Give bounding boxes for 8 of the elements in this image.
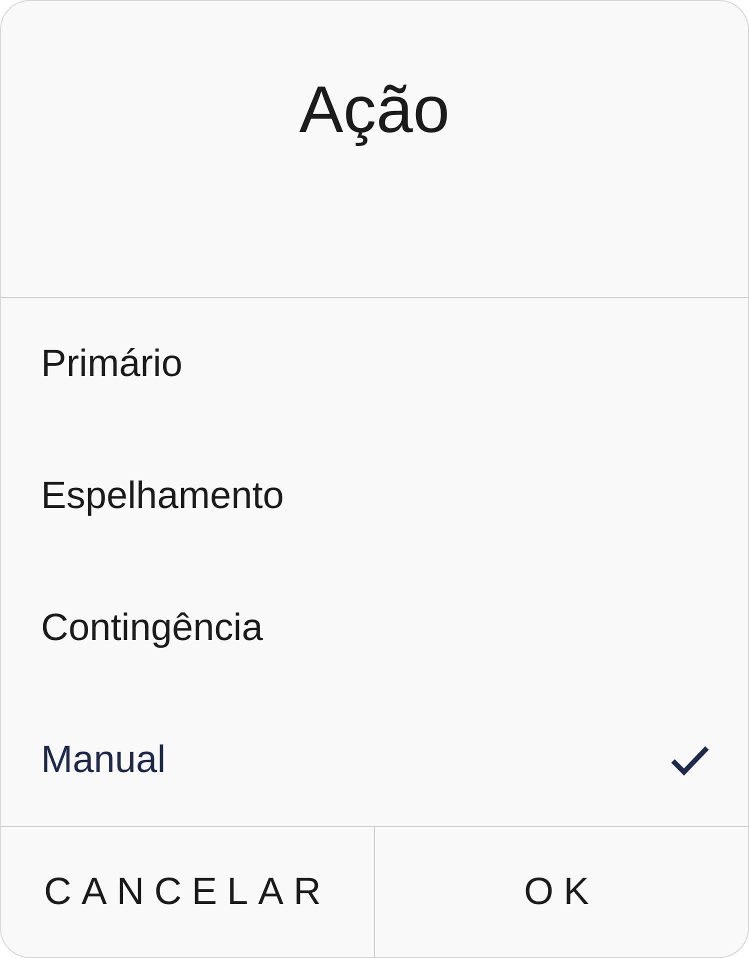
cancel-button[interactable]: CANCELAR: [1, 827, 374, 957]
option-item[interactable]: Primário: [1, 298, 748, 430]
option-item[interactable]: Manual: [1, 694, 748, 826]
option-item[interactable]: Contingência: [1, 562, 748, 694]
checkmark-icon: [670, 744, 710, 776]
option-item[interactable]: Espelhamento: [1, 430, 748, 562]
ok-button[interactable]: OK: [374, 827, 748, 957]
dialog-title: Ação: [299, 71, 450, 148]
